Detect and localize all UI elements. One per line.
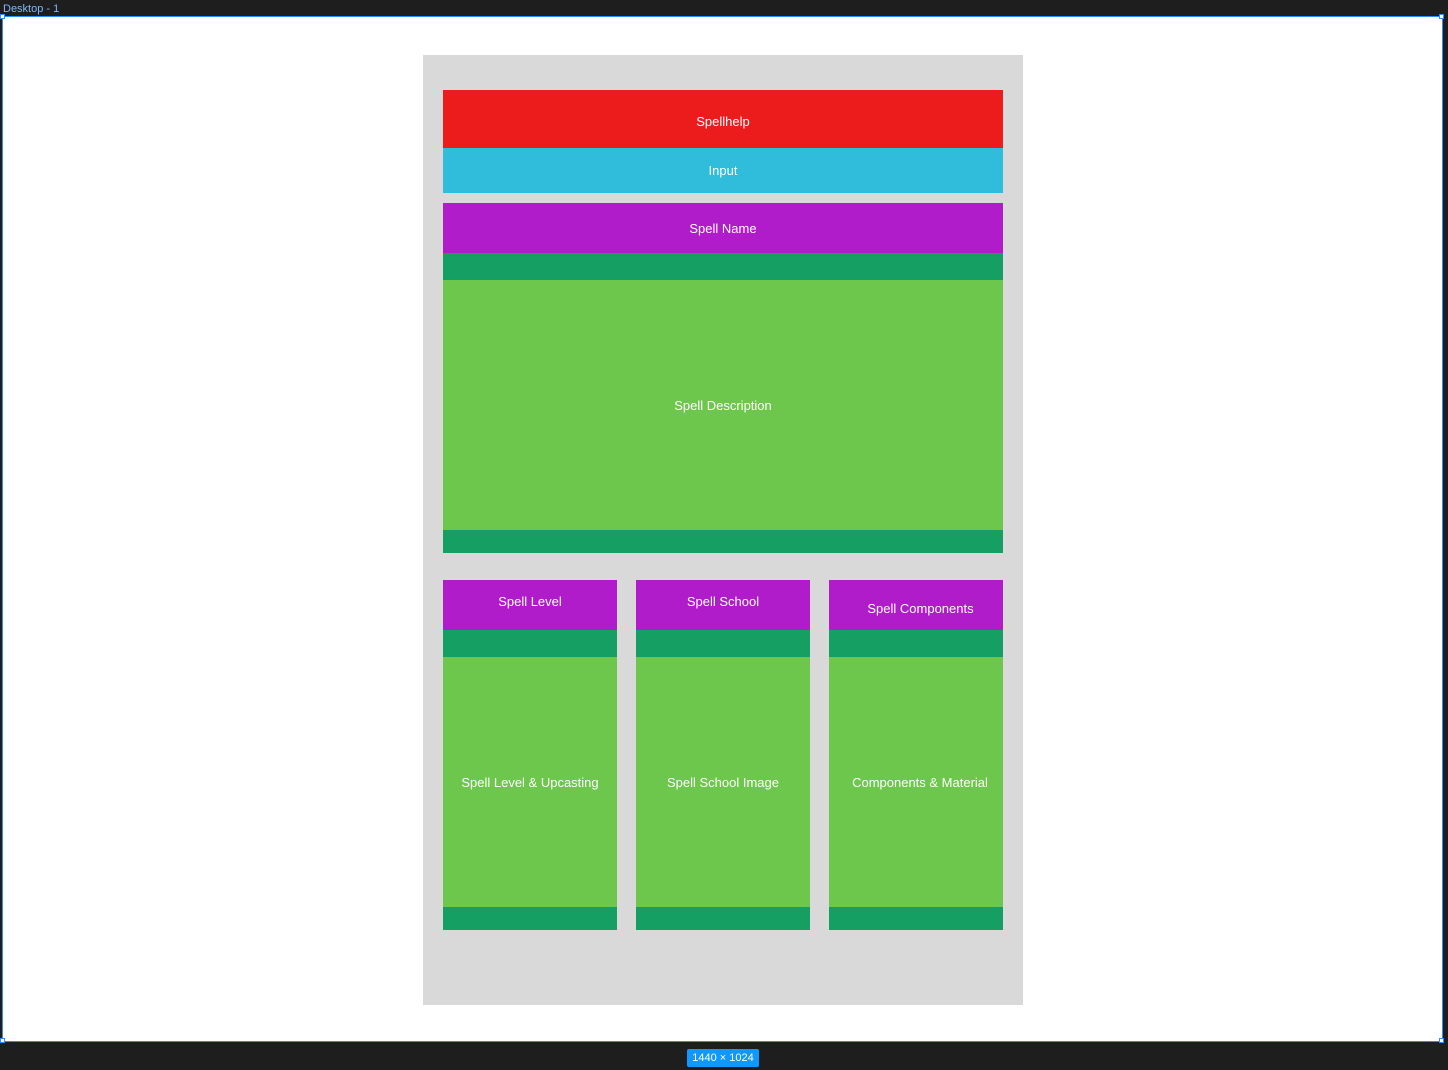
spell-school-title: Spell School <box>636 580 810 630</box>
spell-name-bar: Spell Name <box>443 203 1003 253</box>
spell-components-strip <box>829 630 1003 657</box>
resize-handle-top-left[interactable] <box>0 14 5 19</box>
resize-handle-top-right[interactable] <box>1439 14 1444 19</box>
frame-label[interactable]: Desktop - 1 <box>3 2 59 16</box>
app-panel[interactable]: Spellhelp Input Spell Name Spell Descrip… <box>423 55 1023 1005</box>
spell-name-strip <box>443 253 1003 280</box>
spell-school-image: Spell School Image <box>636 657 810 907</box>
spell-level-upcasting: Spell Level & Upcasting <box>443 657 617 907</box>
spell-components-title: Spell Components <box>829 580 1003 630</box>
spell-level-strip <box>443 630 617 657</box>
spell-school-footer <box>636 907 810 930</box>
spell-description-footer <box>443 530 1003 553</box>
resize-handle-bottom-right[interactable] <box>1439 1038 1444 1043</box>
resize-handle-bottom-left[interactable] <box>0 1038 5 1043</box>
spell-components-footer <box>829 907 1003 930</box>
frame-size-badge: 1440 × 1024 <box>687 1049 759 1067</box>
components-material: Components & Material <box>829 657 1003 907</box>
app-header[interactable]: Spellhelp <box>443 90 1003 148</box>
spell-level-footer <box>443 907 617 930</box>
spell-school-strip <box>636 630 810 657</box>
search-input[interactable]: Input <box>443 148 1003 193</box>
spell-level-title: Spell Level <box>443 580 617 630</box>
spell-description: Spell Description <box>443 280 1003 530</box>
